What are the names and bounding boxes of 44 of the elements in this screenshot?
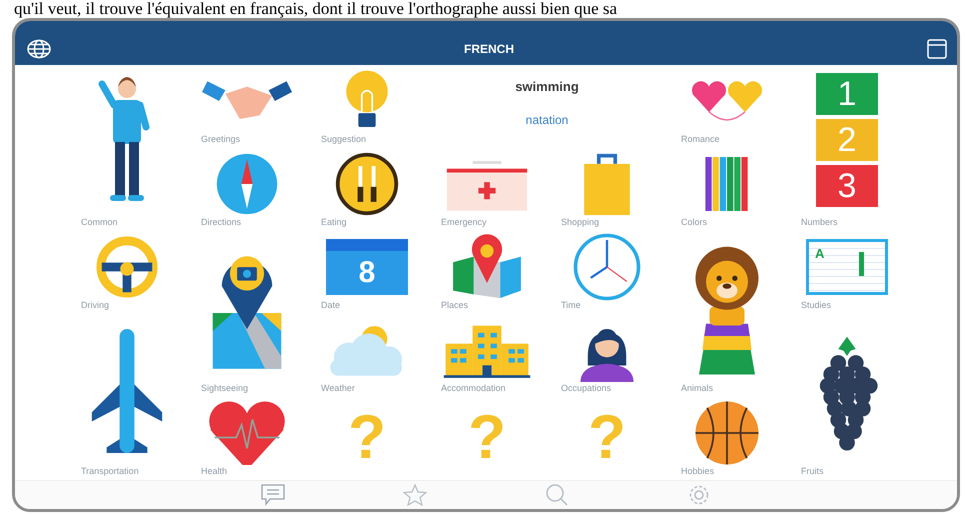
plate-icon [334, 150, 400, 216]
category-label[interactable]: Numbers [787, 217, 838, 228]
notebook-icon: A [806, 238, 888, 294]
chat-icon[interactable] [261, 484, 285, 506]
category-label[interactable]: Romance [667, 134, 720, 145]
category-label[interactable]: Sightseeing [187, 383, 248, 394]
category-label[interactable]: Emergency [427, 217, 487, 228]
search-icon[interactable] [545, 484, 569, 506]
category-label[interactable]: Eating [307, 217, 347, 228]
question-mark-icon[interactable]: ? [468, 407, 506, 469]
page-text: qu'il veut, il trouve l'équivalent en français, dont il trouve l'orthographe aussi bien que sa [13, 0, 618, 18]
category-label[interactable]: Directions [187, 217, 242, 228]
category-label[interactable]: Hobbies [667, 466, 714, 477]
category-label[interactable]: Driving [67, 300, 110, 311]
category-label[interactable]: Fruits [787, 466, 824, 477]
category-label[interactable]: Weather [307, 383, 355, 394]
category-label[interactable]: Colors [667, 217, 708, 228]
category-label[interactable]: Accommodation [427, 383, 506, 394]
globe-icon[interactable] [27, 39, 51, 59]
settings-icon[interactable] [687, 484, 711, 506]
number-block: 1 [816, 73, 878, 115]
question-mark-icon[interactable]: ? [588, 407, 626, 469]
calendar-icon: 8 [326, 238, 408, 294]
category-label[interactable]: Places [427, 300, 468, 311]
category-label[interactable]: Studies [787, 300, 832, 311]
notebook-icon[interactable] [927, 39, 947, 59]
header-title: FRENCH [464, 41, 514, 58]
category-label[interactable]: Time [547, 300, 581, 311]
category-label[interactable]: Animals [667, 383, 714, 394]
clock-icon [571, 230, 643, 302]
french-translation: natation [526, 112, 568, 128]
category-label[interactable]: Shopping [547, 217, 600, 228]
category-label[interactable]: Health [187, 466, 228, 477]
category-label[interactable]: Greetings [187, 134, 240, 145]
category-label[interactable]: Transportation [67, 466, 139, 477]
number-block: 3 [816, 165, 878, 207]
category-label[interactable]: Date [307, 300, 340, 311]
english-word: swimming [515, 78, 579, 96]
category-label[interactable]: Occupations [547, 383, 612, 394]
category-label[interactable]: Common [67, 217, 118, 228]
category-label[interactable]: Suggestion [307, 134, 366, 145]
number-block: 2 [816, 119, 878, 161]
question-mark-icon[interactable]: ? [348, 407, 386, 469]
star-icon[interactable] [403, 484, 427, 506]
